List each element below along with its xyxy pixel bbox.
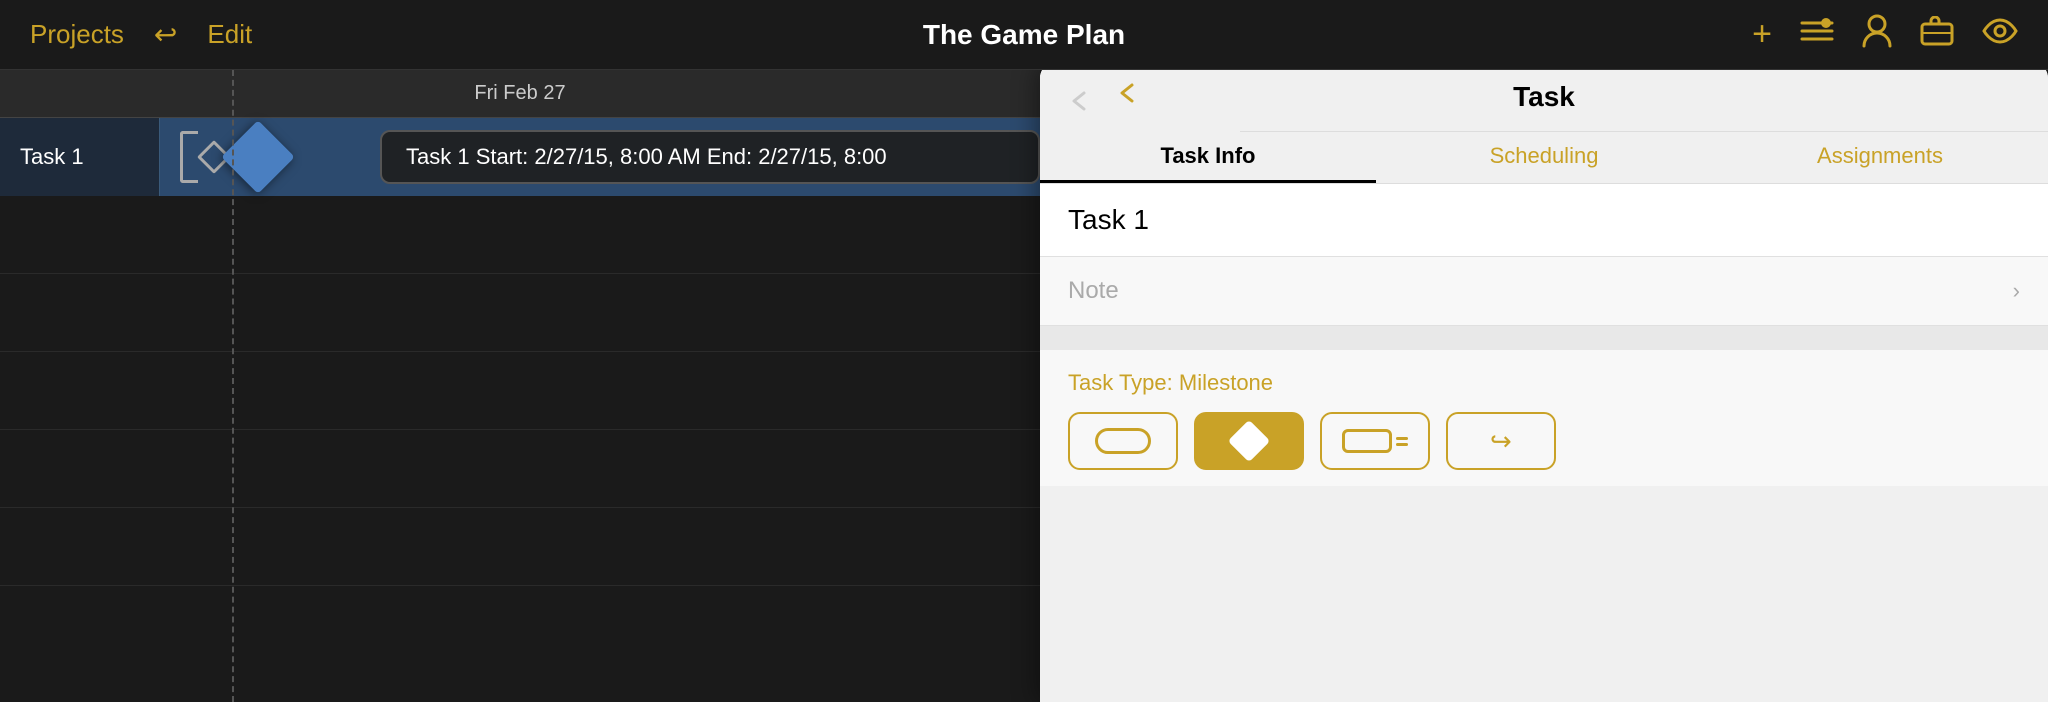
current-date-line xyxy=(232,70,234,702)
note-label: Note xyxy=(1068,277,1119,305)
panel-title: Task xyxy=(1513,81,1575,113)
task-panel: Task Task Info Scheduling Assignments Ta… xyxy=(1040,62,2048,702)
gantt-date-header: Fri Feb 27 xyxy=(0,70,1040,118)
pill-icon xyxy=(1095,428,1151,454)
briefcase-icon[interactable] xyxy=(1920,16,1954,54)
gantt-task-row: Task 1 Task 1 Start: 2/27/15, 8:00 AM En… xyxy=(0,118,1040,196)
panel-navigation xyxy=(1040,62,1240,132)
back-button[interactable]: ↩ xyxy=(154,18,177,51)
eye-icon[interactable] xyxy=(1982,18,2018,52)
task-type-standard-button[interactable] xyxy=(1068,412,1178,470)
gantt-empty-row-2 xyxy=(0,274,1040,352)
panel-tabs: Task Info Scheduling Assignments xyxy=(1040,132,2048,184)
note-field[interactable]: Note › xyxy=(1040,257,2048,326)
panel-prev-button[interactable] xyxy=(1064,79,1092,115)
gantt-empty-row-4 xyxy=(0,430,1040,508)
edit-button[interactable]: Edit xyxy=(207,19,252,50)
task-type-milestone-tail-button[interactable] xyxy=(1320,412,1430,470)
tail-icon xyxy=(1396,437,1408,446)
gantt-area: Fri Feb 27 Task 1 Task 1 Start: 2/27/15,… xyxy=(0,70,1040,702)
task-type-hammock-button[interactable]: ↩ xyxy=(1446,412,1556,470)
chevron-right-icon: › xyxy=(2013,278,2020,304)
gantt-empty-row-3 xyxy=(0,352,1040,430)
tab-task-info[interactable]: Task Info xyxy=(1040,132,1376,183)
gantt-date-label: Fri Feb 27 xyxy=(474,82,565,105)
add-icon[interactable]: + xyxy=(1752,15,1772,54)
task-name-value[interactable]: Task 1 xyxy=(1068,204,1149,235)
gantt-empty-row-1 xyxy=(0,196,1040,274)
diamond-icon xyxy=(1228,420,1270,462)
panel-next-button[interactable] xyxy=(1112,79,1140,115)
page-title: The Game Plan xyxy=(527,19,1521,51)
tab-scheduling[interactable]: Scheduling xyxy=(1376,132,1712,183)
nav-right: + xyxy=(1521,14,2018,56)
projects-button[interactable]: Projects xyxy=(30,19,124,50)
gantt-task-tooltip: Task 1 Start: 2/27/15, 8:00 AM End: 2/27… xyxy=(380,130,1040,184)
curved-arrow-icon: ↩ xyxy=(1490,426,1512,457)
gantt-task-name: Task 1 xyxy=(0,118,160,196)
task-type-milestone-button[interactable] xyxy=(1194,412,1304,470)
milestone-tail-icon xyxy=(1342,429,1408,453)
layers-icon[interactable] xyxy=(1800,17,1834,53)
nav-left: Projects ↩ Edit xyxy=(30,18,527,51)
rounded-rect-icon xyxy=(1342,429,1392,453)
person-icon[interactable] xyxy=(1862,14,1892,56)
panel-title-area: Task xyxy=(1040,62,2048,132)
panel-content: Task 1 Note › Task Type: Milestone xyxy=(1040,184,2048,702)
task-type-section: Task Type: Milestone xyxy=(1040,350,2048,486)
section-spacer xyxy=(1040,326,2048,350)
gantt-empty-row-5 xyxy=(0,508,1040,586)
tab-assignments[interactable]: Assignments xyxy=(1712,132,2048,183)
milestone-bracket xyxy=(180,131,198,183)
top-navigation-bar: Projects ↩ Edit The Game Plan + xyxy=(0,0,2048,70)
task-type-buttons: ↩ xyxy=(1068,412,2020,470)
task-name-field[interactable]: Task 1 xyxy=(1040,184,2048,257)
task-type-label: Task Type: Milestone xyxy=(1068,370,2020,396)
